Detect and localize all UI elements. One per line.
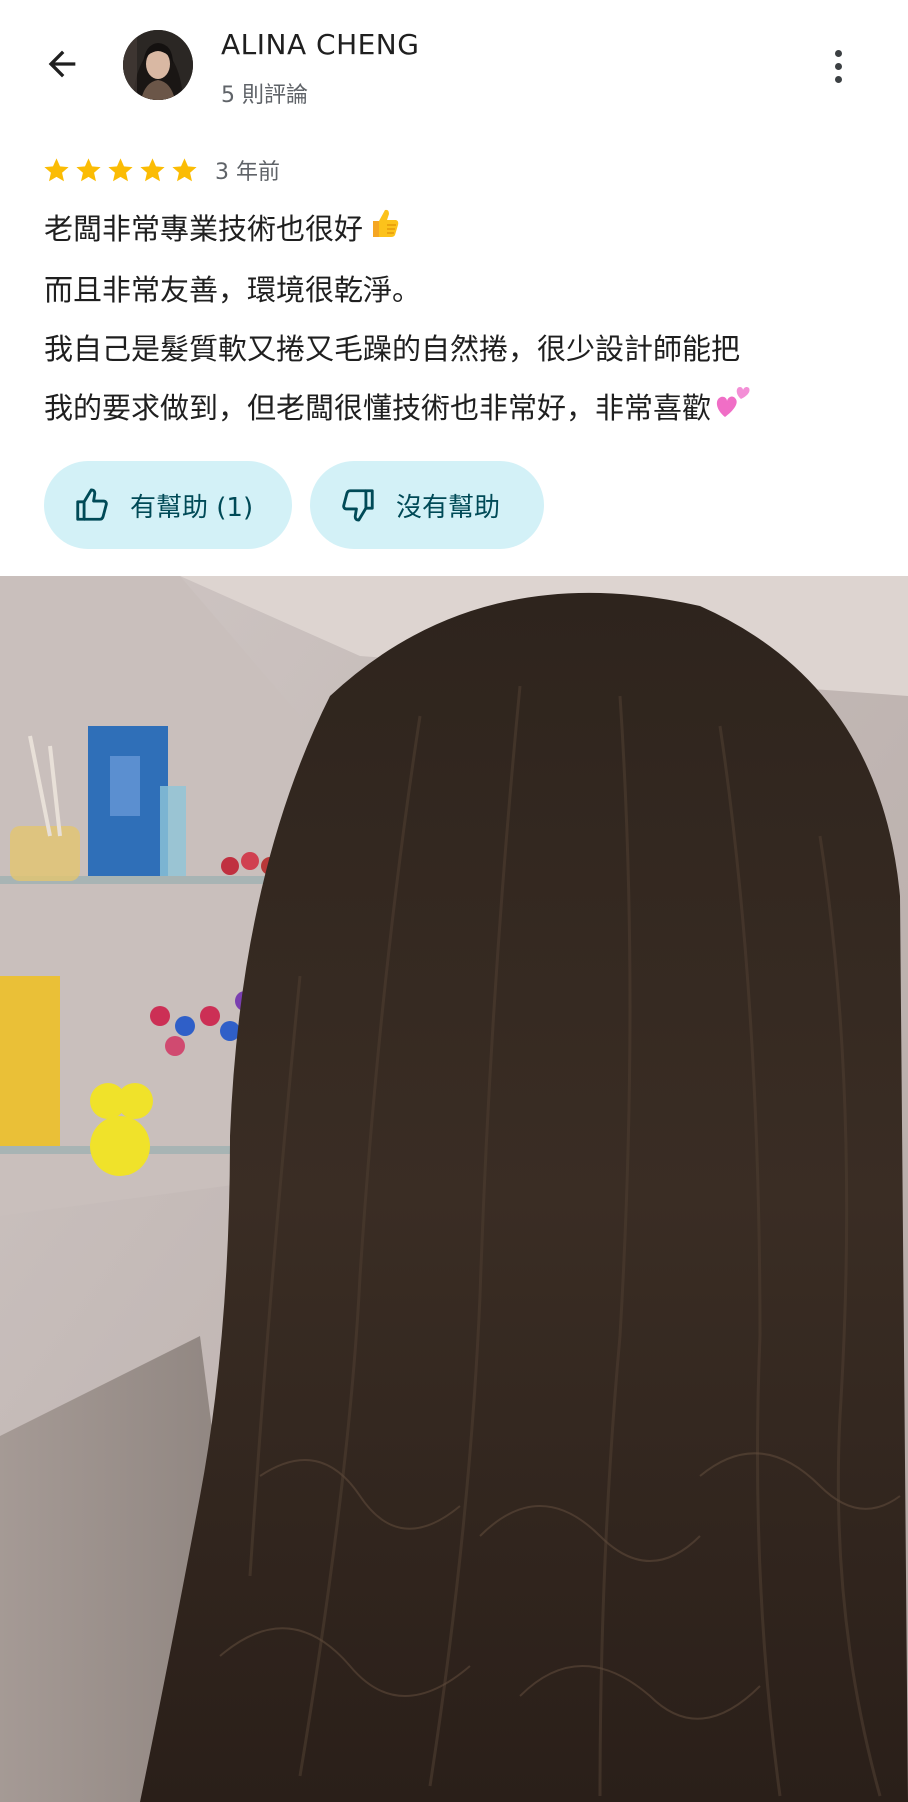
review-body: 老闆非常專業技術也很好 而且非常友善，環境很乾淨。 我自己是髮質軟又捲又毛躁的自… — [44, 200, 874, 439]
more-options-button[interactable] — [818, 40, 858, 92]
arrow-left-icon — [48, 50, 76, 78]
review-line-text: 而且非常友善，環境很乾淨。 — [44, 272, 422, 307]
avatar-image — [123, 30, 193, 100]
review-line: 我自己是髮質軟又捲又毛躁的自然捲，很少設計師能把 — [44, 320, 874, 379]
two-hearts-emoji — [713, 380, 753, 439]
helpfulness-actions: 有幫助 (1) 沒有幫助 — [44, 461, 544, 549]
thumbs-up-emoji — [365, 202, 401, 261]
review-date: 3 年前 — [215, 160, 280, 185]
more-vertical-icon — [834, 49, 842, 57]
review-line: 我的要求做到，但老闆很懂技術也非常好，非常喜歡 — [44, 379, 874, 440]
thumbs-up-icon — [72, 485, 112, 525]
review-line-text: 我自己是髮質軟又捲又毛躁的自然捲，很少設計師能把 — [44, 331, 741, 366]
thumbs-down-icon — [338, 485, 378, 525]
helpful-button[interactable]: 有幫助 (1) — [44, 461, 292, 549]
star-rating — [42, 156, 199, 185]
star-icon — [76, 157, 101, 181]
review-photo-image — [0, 576, 908, 1802]
more-vertical-dot — [834, 62, 842, 70]
not-helpful-label: 沒有幫助 — [396, 492, 501, 523]
not-helpful-button[interactable]: 沒有幫助 — [310, 461, 544, 549]
rating-row: 3 年前 — [42, 152, 280, 188]
author-name[interactable]: ALINA CHENG — [221, 28, 419, 61]
helpful-label: 有幫助 (1) — [130, 492, 254, 523]
star-icon — [108, 157, 133, 181]
star-icon — [172, 157, 197, 181]
star-icon — [140, 157, 165, 181]
review-line: 老闆非常專業技術也很好 — [44, 200, 874, 261]
more-vertical-dot — [834, 75, 842, 83]
review-photo[interactable] — [0, 576, 908, 1802]
review-line-text: 老闆非常專業技術也很好 — [44, 212, 364, 246]
review-header: ALINA CHENG 5 則評論 — [0, 0, 908, 130]
star-icon — [44, 157, 69, 181]
back-button[interactable] — [38, 40, 86, 88]
avatar[interactable] — [123, 30, 193, 100]
review-line-text: 我的要求做到，但老闆很懂技術也非常好，非常喜歡 — [44, 390, 712, 425]
review-line: 而且非常友善，環境很乾淨。 — [44, 261, 874, 320]
review-count: 5 則評論 — [221, 83, 308, 108]
